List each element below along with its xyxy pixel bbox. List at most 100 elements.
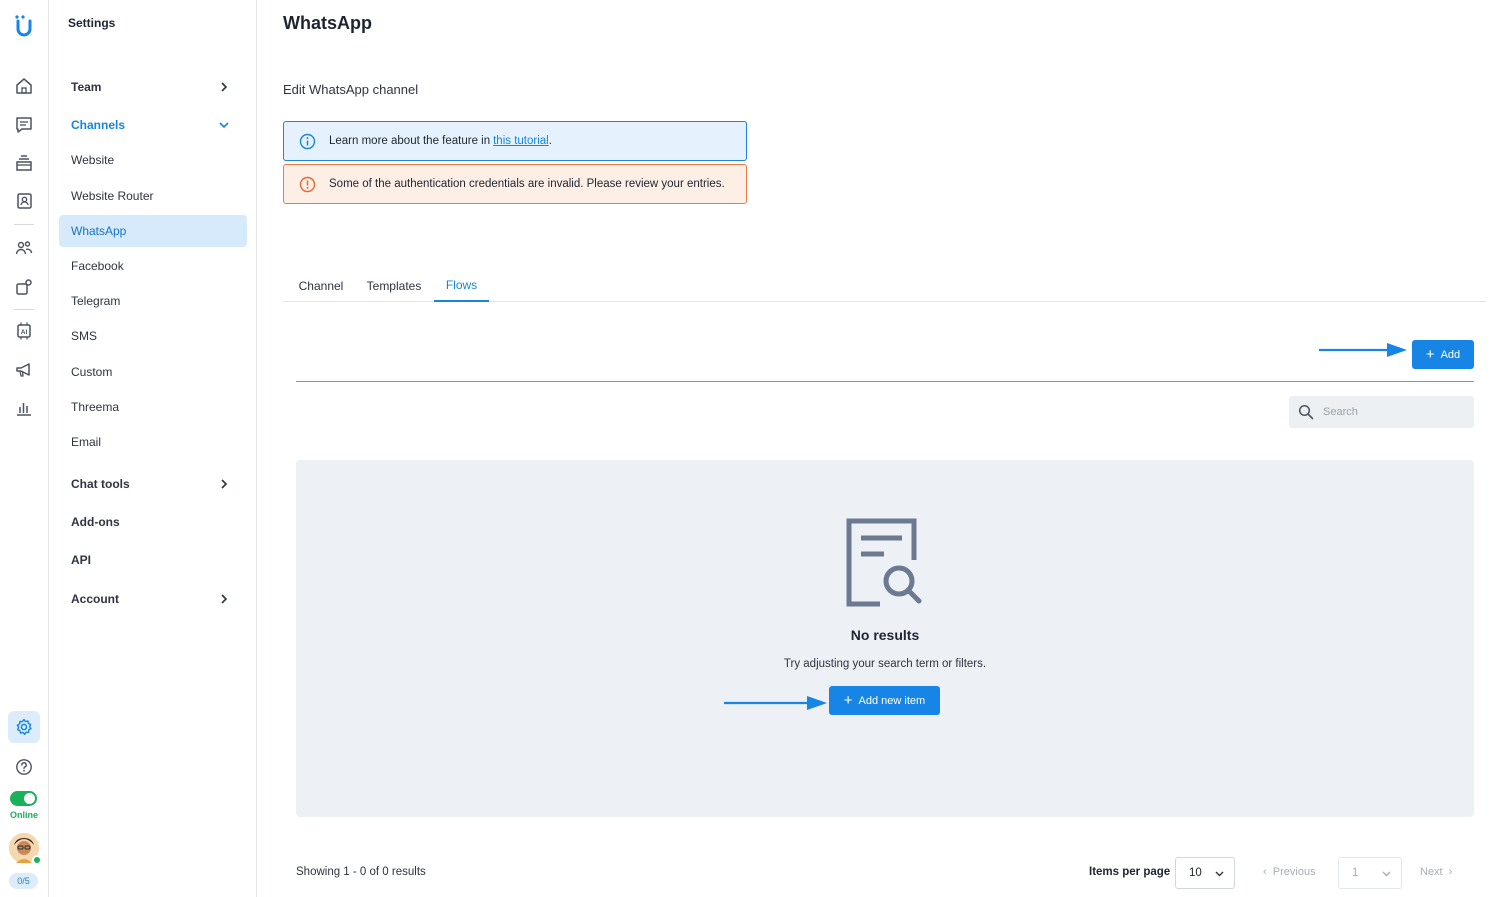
svg-text:AI: AI	[21, 329, 28, 336]
sidebar-item-add-ons[interactable]: Add-ons	[59, 506, 247, 538]
chevron-down-icon	[1215, 871, 1224, 877]
info-alert-end: .	[548, 135, 552, 147]
empty-text: Try adjusting your search term or filter…	[783, 658, 987, 670]
rail-divider	[14, 309, 34, 310]
next-label: Next	[1420, 866, 1443, 878]
search-box[interactable]	[1289, 396, 1474, 428]
chevron-left-icon: ‹	[1263, 866, 1267, 878]
main-content: WhatsApp Edit WhatsApp channel Learn mor…	[257, 0, 1495, 897]
sidebar-item-channels[interactable]: Channels	[59, 109, 247, 141]
sidebar-item-label: Website	[71, 153, 115, 167]
empty-title: No results	[850, 627, 920, 643]
info-icon	[299, 133, 316, 150]
arrow-annotation-icon	[724, 696, 827, 710]
chart-icon[interactable]	[12, 396, 36, 420]
sidebar-item-label: API	[71, 553, 92, 567]
contacts-icon[interactable]	[12, 189, 36, 213]
info-alert: Learn more about the feature in this tuto…	[283, 121, 747, 161]
add-button-label: Add	[1440, 348, 1461, 361]
chevron-right-icon	[221, 82, 228, 92]
items-per-page-select[interactable]: 10	[1175, 857, 1235, 889]
inbox-stack-icon[interactable]	[12, 151, 36, 175]
page-subtitle: Edit WhatsApp channel	[283, 82, 419, 97]
tab-channel[interactable]: Channel	[293, 270, 349, 302]
gear-icon[interactable]	[12, 715, 36, 739]
icon-rail: AI Online 0/5	[0, 0, 49, 897]
sidebar-item-custom[interactable]: Custom	[59, 356, 247, 388]
sidebar-item-label: Threema	[71, 400, 120, 414]
online-toggle[interactable]	[10, 791, 37, 806]
page-value: 1	[1352, 867, 1359, 879]
document-search-icon	[846, 518, 922, 607]
plus-icon: +	[1425, 346, 1435, 363]
online-dot	[32, 855, 42, 865]
tab-templates[interactable]: Templates	[358, 270, 430, 302]
results-summary: Showing 1 - 0 of 0 results	[296, 866, 426, 878]
help-icon[interactable]	[12, 755, 36, 779]
sidebar-item-sms[interactable]: SMS	[59, 320, 247, 352]
sidebar-item-website[interactable]: Website	[59, 144, 247, 176]
chevron-down-icon	[1382, 871, 1391, 877]
sidebar-item-label: WhatsApp	[71, 224, 127, 238]
chevron-right-icon: ›	[1448, 866, 1453, 878]
search-input[interactable]	[1323, 406, 1463, 418]
tutorial-link[interactable]: this tutorial	[493, 135, 549, 147]
settings-sidebar: Settings Team Channels Website Website R…	[49, 0, 257, 897]
sidebar-item-team[interactable]: Team	[59, 71, 247, 103]
warning-icon	[299, 176, 316, 193]
online-status-label: Online	[9, 810, 38, 820]
chevron-down-icon	[219, 122, 229, 129]
chat-icon[interactable]	[12, 113, 36, 137]
previous-label: Previous	[1272, 866, 1316, 878]
add-new-item-button[interactable]: + Add new item	[829, 686, 940, 715]
items-per-page-value: 10	[1189, 867, 1202, 879]
sidebar-item-label: Custom	[71, 365, 113, 379]
sidebar-item-label: Chat tools	[71, 477, 130, 491]
page-title: WhatsApp	[283, 13, 372, 33]
megaphone-icon[interactable]	[12, 358, 36, 382]
sidebar-item-account[interactable]: Account	[59, 583, 247, 615]
sidebar-item-whatsapp[interactable]: WhatsApp	[59, 215, 247, 247]
sidebar-item-label: Channels	[71, 118, 126, 132]
sidebar-title: Settings	[68, 16, 116, 30]
error-alert-text: Some of the authentication credentials a…	[329, 178, 725, 190]
sidebar-item-label: Account	[71, 592, 119, 606]
rail-divider	[14, 224, 34, 225]
u-logo-icon[interactable]	[12, 14, 36, 38]
info-alert-text: Learn more about the feature in	[329, 135, 491, 147]
add-new-item-label: Add new item	[858, 694, 926, 707]
chevron-right-icon	[221, 479, 228, 489]
sidebar-item-api[interactable]: API	[59, 544, 247, 576]
sidebar-item-facebook[interactable]: Facebook	[59, 250, 247, 282]
sidebar-item-telegram[interactable]: Telegram	[59, 285, 247, 317]
sidebar-item-label: Website Router	[71, 189, 154, 203]
sidebar-item-email[interactable]: Email	[59, 426, 247, 458]
sidebar-item-label: Team	[71, 80, 102, 94]
empty-state: No results Try adjusting your search ter…	[296, 460, 1474, 817]
sidebar-item-label: Telegram	[71, 294, 121, 308]
previous-button[interactable]: ‹ Previous	[1263, 866, 1316, 878]
sidebar-item-label: Add-ons	[71, 515, 120, 529]
team-icon[interactable]	[12, 236, 36, 260]
apps-icon[interactable]	[12, 275, 36, 299]
ai-chip-icon[interactable]: AI	[12, 319, 36, 343]
home-icon[interactable]	[12, 74, 36, 98]
sidebar-item-label: Facebook	[71, 259, 124, 273]
error-alert: Some of the authentication credentials a…	[283, 164, 747, 204]
sidebar-item-label: Email	[71, 435, 102, 449]
search-icon	[1298, 404, 1314, 420]
sidebar-item-threema[interactable]: Threema	[59, 391, 247, 423]
arrow-annotation-icon	[1319, 343, 1407, 357]
avatar[interactable]	[9, 833, 42, 865]
count-badge: 0/5	[9, 873, 38, 889]
next-button[interactable]: Next ›	[1420, 866, 1452, 878]
plus-icon: +	[843, 692, 853, 709]
chevron-right-icon	[221, 594, 228, 604]
sidebar-item-chat-tools[interactable]: Chat tools	[59, 468, 247, 500]
tab-flows[interactable]: Flows	[434, 270, 489, 302]
divider	[296, 381, 1474, 382]
page-select[interactable]: 1	[1338, 857, 1402, 889]
sidebar-item-website-router[interactable]: Website Router	[59, 180, 247, 212]
tab-bar: Channel Templates Flows	[283, 270, 1486, 302]
add-button[interactable]: + Add	[1412, 340, 1474, 369]
